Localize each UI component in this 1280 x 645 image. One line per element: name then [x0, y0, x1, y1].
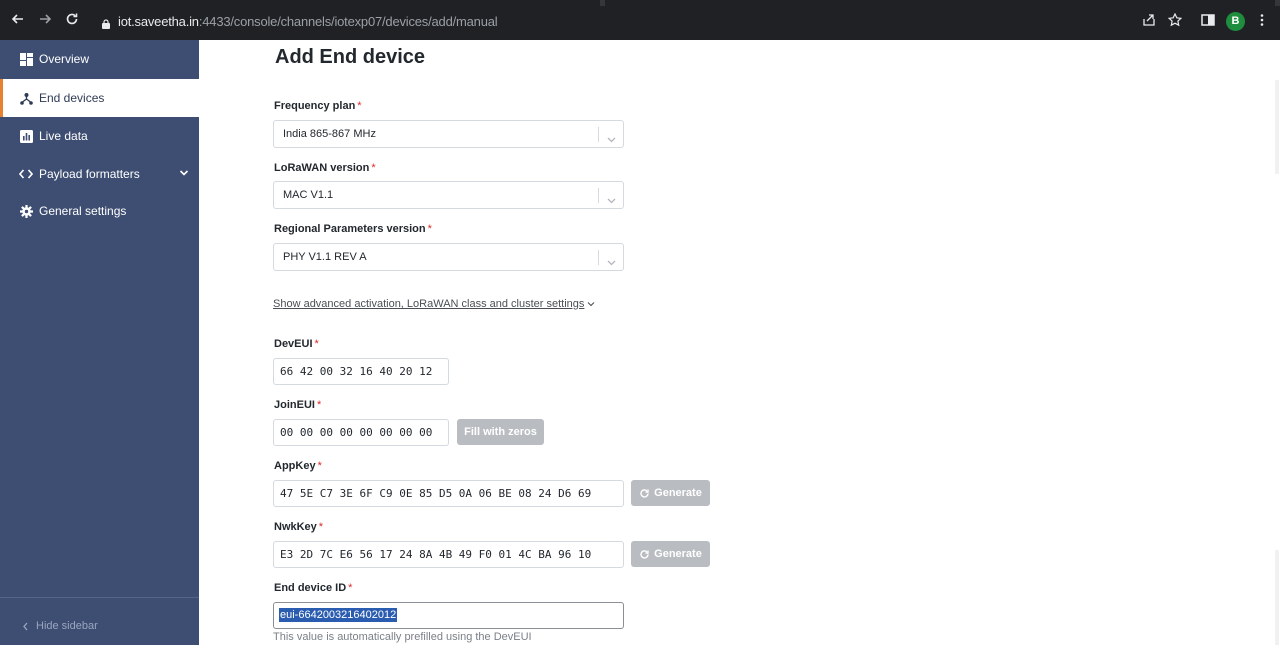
- required-marker: *: [318, 521, 324, 533]
- required-marker: *: [314, 338, 319, 350]
- sidebar-item-end-devices[interactable]: End devices: [0, 79, 199, 117]
- forward-arrow-icon[interactable]: [35, 11, 55, 31]
- app-key-label: AppKey *: [274, 460, 322, 472]
- chevron-down-icon[interactable]: [178, 167, 190, 179]
- active-tab-edge: [0, 0, 600, 6]
- generate-label: Generate: [654, 487, 702, 499]
- required-marker: *: [427, 223, 432, 235]
- required-marker: *: [348, 582, 353, 594]
- sidebar-item-live-data[interactable]: Live data: [0, 117, 199, 155]
- nwk-key-label-text: NwkKey: [274, 521, 317, 533]
- advanced-settings-link[interactable]: Show advanced activation, LoRaWAN class …: [273, 298, 595, 310]
- regional-params-select[interactable]: PHY V1.1 REV A: [273, 243, 624, 271]
- join-eui-input[interactable]: 00 00 00 00 00 00 00 00: [273, 419, 449, 446]
- sidebar-item-overview[interactable]: Overview: [0, 40, 199, 78]
- sidebar-item-label: Live data: [39, 129, 88, 143]
- fill-with-zeros-button[interactable]: Fill with zeros: [457, 419, 544, 445]
- refresh-icon: [639, 488, 650, 499]
- select-separator: [598, 250, 599, 265]
- join-eui-label: JoinEUI *: [274, 399, 321, 411]
- share-icon[interactable]: [1141, 13, 1157, 29]
- end-device-id-input[interactable]: eui-6642003216402012: [273, 602, 624, 629]
- chevron-down-icon[interactable]: [606, 129, 617, 143]
- page-title: Add End device: [275, 46, 426, 68]
- lorawan-version-value: MAC V1.1: [283, 189, 334, 201]
- sidebar-item-label: Overview: [39, 52, 90, 66]
- sidebar-item-label: Payload formatters: [39, 167, 140, 181]
- side-panel-icon[interactable]: [1200, 13, 1216, 29]
- more-menu-icon[interactable]: [1254, 13, 1270, 29]
- frequency-plan-value: India 865-867 MHz: [283, 128, 376, 140]
- lock-icon: [102, 16, 110, 29]
- chart-icon: [19, 129, 33, 143]
- chevron-left-icon: [22, 622, 29, 631]
- select-separator: [598, 127, 599, 142]
- hide-sidebar-label: Hide sidebar: [36, 620, 98, 632]
- code-icon: [19, 167, 33, 181]
- main-content: Add End device Frequency plan * India 865…: [199, 40, 1280, 645]
- end-device-id-label: End device ID *: [274, 582, 352, 594]
- dev-eui-label: DevEUI *: [274, 338, 319, 350]
- frequency-plan-label: Frequency plan *: [274, 100, 362, 112]
- regional-params-label-text: Regional Parameters version: [274, 223, 426, 235]
- end-device-id-hint: This value is automatically prefilled us…: [273, 631, 532, 643]
- bookmark-star-icon[interactable]: [1167, 12, 1183, 29]
- profile-avatar[interactable]: B: [1226, 12, 1245, 31]
- app-key-label-text: AppKey: [274, 460, 316, 472]
- lorawan-version-select[interactable]: MAC V1.1: [273, 181, 624, 209]
- end-device-id-label-text: End device ID: [274, 582, 347, 594]
- nwk-key-generate-button[interactable]: Generate: [631, 541, 710, 567]
- regional-params-label: Regional Parameters version *: [274, 223, 432, 235]
- sidebar-divider: [0, 597, 199, 598]
- select-separator: [598, 188, 599, 203]
- sidebar-item-label: End devices: [39, 91, 105, 105]
- gear-icon: [19, 204, 33, 218]
- frequency-plan-label-text: Frequency plan: [274, 100, 356, 112]
- required-marker: *: [317, 460, 322, 472]
- browser-toolbar: iot.saveetha.in:4433/console/channels/io…: [0, 0, 1280, 40]
- url-text[interactable]: iot.saveetha.in:4433/console/channels/io…: [118, 14, 498, 29]
- url-host: iot.saveetha.in: [118, 14, 199, 29]
- app-key-input[interactable]: 47 5E C7 3E 6F C9 0E 85 D5 0A 06 BE 08 2…: [273, 480, 624, 507]
- chevron-down-icon[interactable]: [606, 190, 617, 204]
- inactive-tab-edge: [605, 0, 1275, 6]
- reload-icon[interactable]: [62, 11, 82, 31]
- app-key-generate-button[interactable]: Generate: [631, 480, 710, 506]
- advanced-settings-link-text: Show advanced activation, LoRaWAN class …: [273, 298, 585, 310]
- sidebar-item-general-settings[interactable]: General settings: [0, 192, 199, 230]
- end-device-id-value: eui-6642003216402012: [279, 608, 398, 622]
- chevron-down-icon: [587, 300, 595, 308]
- regional-params-value: PHY V1.1 REV A: [283, 251, 367, 263]
- sidebar-item-payload-formatters[interactable]: Payload formatters: [0, 155, 199, 193]
- frequency-plan-select[interactable]: India 865-867 MHz: [273, 120, 624, 148]
- chevron-down-icon[interactable]: [606, 252, 617, 266]
- back-arrow-icon[interactable]: [8, 11, 28, 31]
- lorawan-version-label: LoRaWAN version *: [274, 162, 376, 174]
- dashboard-icon: [19, 52, 33, 66]
- nwk-key-label: NwkKey *: [274, 521, 323, 533]
- sidebar: Overview End devices Live data Payload f…: [0, 40, 199, 645]
- join-eui-label-text: JoinEUI: [274, 399, 315, 411]
- required-marker: *: [357, 100, 362, 112]
- required-marker: *: [316, 399, 322, 411]
- url-path: :4433/console/channels/iotexp07/devices/…: [198, 14, 498, 29]
- dev-eui-input[interactable]: 66 42 00 32 16 40 20 12: [273, 358, 449, 385]
- required-marker: *: [371, 162, 376, 174]
- hide-sidebar-button[interactable]: Hide sidebar: [22, 620, 98, 632]
- dev-eui-label-text: DevEUI: [274, 338, 313, 350]
- generate-label: Generate: [654, 548, 702, 560]
- scrollbar-track[interactable]: [1275, 80, 1279, 174]
- lorawan-version-label-text: LoRaWAN version: [274, 162, 370, 174]
- scrollbar-track-lower[interactable]: [1275, 550, 1279, 645]
- sidebar-item-label: General settings: [39, 204, 127, 218]
- nwk-key-input[interactable]: E3 2D 7C E6 56 17 24 8A 4B 49 F0 01 4C B…: [273, 541, 624, 568]
- devices-icon: [19, 91, 33, 105]
- refresh-icon: [639, 549, 650, 560]
